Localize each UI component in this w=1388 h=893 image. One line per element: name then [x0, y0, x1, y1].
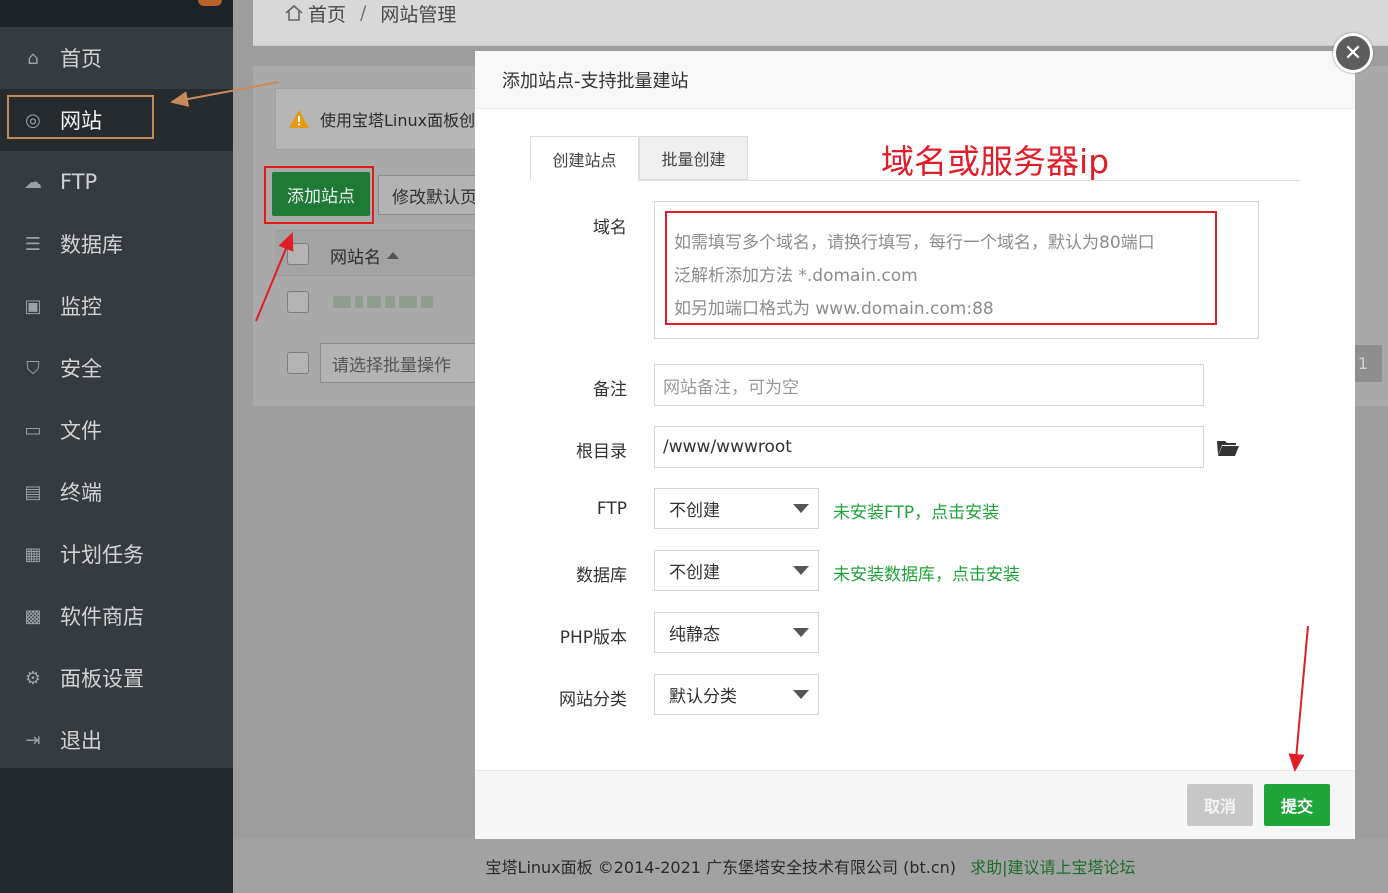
- sidebar-item-label: FTP: [60, 170, 98, 194]
- database-icon: ☰: [24, 233, 42, 255]
- column-header-label: 网站名: [330, 248, 381, 268]
- forum-link[interactable]: 求助|建议请上宝塔论坛: [970, 854, 1135, 878]
- terminal-icon: ▤: [24, 481, 42, 503]
- sidebar-item-label: 终端: [60, 481, 102, 505]
- sidebar-item-label: 面板设置: [60, 667, 144, 691]
- warning-icon: [289, 110, 309, 128]
- alert-text: 使用宝塔Linux面板创: [320, 111, 476, 130]
- folder-open-icon[interactable]: [1216, 436, 1240, 458]
- sidebar-item-label: 监控: [60, 295, 102, 319]
- monitor-icon: ▣: [24, 295, 42, 317]
- cancel-button[interactable]: 取消: [1187, 784, 1253, 826]
- database-select-value: 不创建: [669, 563, 720, 583]
- chevron-down-icon: [793, 690, 809, 699]
- column-header-sitename[interactable]: 网站名: [330, 243, 399, 268]
- batch-operation-select[interactable]: 请选择批量操作: [320, 343, 480, 383]
- database-install-link[interactable]: 未安装数据库，点击安装: [833, 560, 1020, 585]
- blurred-site-name[interactable]: [333, 293, 445, 309]
- chevron-down-icon: [793, 504, 809, 513]
- notification-badge[interactable]: [198, 0, 222, 6]
- home-icon: ⌂: [27, 47, 39, 69]
- batch-checkbox[interactable]: [287, 352, 309, 374]
- category-select[interactable]: 默认分类: [654, 674, 819, 715]
- php-version-select[interactable]: 纯静态: [654, 612, 819, 653]
- logout-icon: ⇥: [25, 729, 41, 751]
- php-version-value: 纯静态: [669, 625, 720, 645]
- website-highlight-box: [7, 95, 154, 139]
- database-label: 数据库: [576, 566, 627, 586]
- remark-input[interactable]: 网站备注，可为空: [654, 364, 1204, 406]
- sidebar-item-calendar[interactable]: ▦ 计划任务: [0, 523, 233, 585]
- remark-label: 备注: [593, 380, 627, 400]
- sidebar-item-label: 文件: [60, 419, 102, 443]
- sidebar-item-label: 首页: [60, 47, 102, 71]
- row-checkbox[interactable]: [287, 291, 309, 313]
- shield-icon: ⛉: [26, 357, 40, 379]
- sidebar-header: [0, 0, 233, 27]
- domain-highlight-box: [665, 211, 1217, 325]
- footer-copyright: 宝塔Linux面板 ©2014-2021 广东堡塔安全技术有限公司 (bt.cn…: [485, 858, 957, 877]
- ftp-icon: ☁: [24, 171, 42, 193]
- ftp-install-link[interactable]: 未安装FTP，点击安装: [833, 498, 999, 523]
- footer: 宝塔Linux面板 ©2014-2021 广东堡塔安全技术有限公司 (bt.cn…: [233, 839, 1388, 893]
- sidebar-item-monitor[interactable]: ▣ 监控: [0, 275, 233, 337]
- sidebar-item-terminal[interactable]: ▤ 终端: [0, 461, 233, 523]
- category-label: 网站分类: [559, 690, 627, 710]
- sidebar-item-folder[interactable]: ▭ 文件: [0, 399, 233, 461]
- sidebar-item-label: 计划任务: [60, 543, 144, 567]
- sidebar-item-logout[interactable]: ⇥ 退出: [0, 709, 233, 771]
- ftp-select[interactable]: 不创建: [654, 488, 819, 529]
- close-icon[interactable]: ✕: [1333, 33, 1373, 73]
- breadcrumb-current: 网站管理: [380, 3, 457, 26]
- root-dir-input[interactable]: /www/wwwroot: [654, 426, 1204, 468]
- sidebar-item-shield[interactable]: ⛉ 安全: [0, 337, 233, 399]
- sidebar-item-ftp[interactable]: ☁ FTP: [0, 151, 233, 213]
- folder-icon: ▭: [24, 419, 42, 441]
- database-select[interactable]: 不创建: [654, 550, 819, 591]
- submit-button[interactable]: 提交: [1264, 784, 1330, 826]
- chevron-down-icon: [793, 566, 809, 575]
- sidebar-item-gear[interactable]: ⚙ 面板设置: [0, 647, 233, 709]
- calendar-icon: ▦: [24, 543, 42, 565]
- info-alert: 使用宝塔Linux面板创: [275, 88, 495, 150]
- domain-label: 域名: [593, 218, 627, 238]
- apps-icon: ▩: [24, 605, 42, 627]
- php-version-label: PHP版本: [559, 628, 627, 648]
- dialog-title: 添加站点-支持批量建站: [475, 51, 1355, 109]
- tab-create-site[interactable]: 创建站点: [530, 136, 639, 181]
- sidebar-item-database[interactable]: ☰ 数据库: [0, 213, 233, 275]
- sidebar-item-label: 数据库: [60, 233, 123, 257]
- ftp-select-value: 不创建: [669, 501, 720, 521]
- chevron-down-icon: [793, 628, 809, 637]
- breadcrumb: 首页 / 网站管理: [284, 0, 456, 26]
- breadcrumb-home[interactable]: 首页: [308, 0, 346, 27]
- home-icon[interactable]: [284, 3, 304, 23]
- ftp-label: FTP: [596, 499, 627, 519]
- add-site-highlight-box: [264, 166, 374, 224]
- category-value: 默认分类: [669, 687, 737, 707]
- sidebar-item-label: 安全: [60, 357, 102, 381]
- modify-default-page-button[interactable]: 修改默认页: [378, 175, 478, 215]
- tab-batch-create[interactable]: 批量创建: [639, 136, 748, 180]
- breadcrumb-separator: /: [360, 2, 367, 24]
- root-dir-value: /www/wwwroot: [663, 437, 792, 457]
- sort-asc-icon: [387, 252, 399, 259]
- sidebar-item-home[interactable]: ⌂ 首页: [0, 27, 233, 89]
- sidebar-item-label: 退出: [60, 729, 102, 753]
- remark-placeholder: 网站备注，可为空: [663, 377, 799, 398]
- sidebar-item-apps[interactable]: ▩ 软件商店: [0, 585, 233, 647]
- annotation-label: 域名或服务器ip: [881, 142, 1110, 181]
- gear-icon: ⚙: [24, 667, 42, 689]
- sidebar-item-label: 软件商店: [60, 605, 144, 629]
- root-dir-label: 根目录: [576, 442, 627, 462]
- select-all-checkbox[interactable]: [287, 243, 309, 265]
